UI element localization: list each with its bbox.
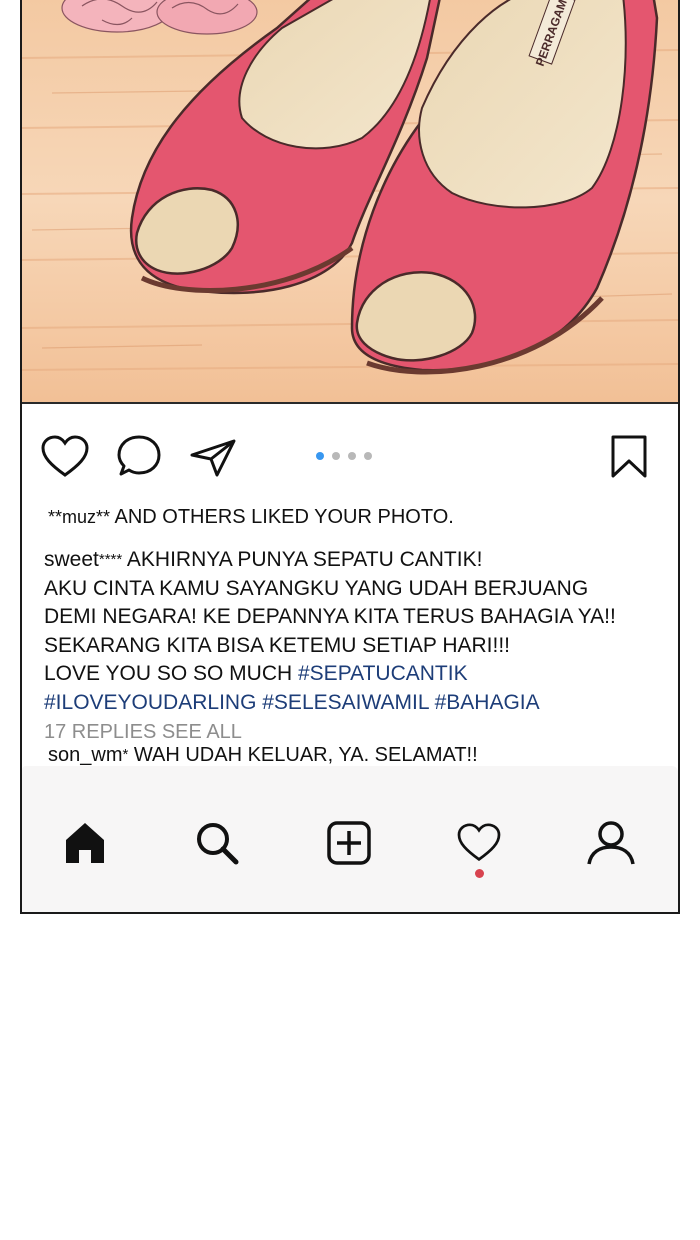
caption-username-stars: ****	[98, 551, 123, 568]
hashtag-link[interactable]: #SEPATUCANTIK	[298, 662, 468, 685]
caption-line-2: AKU CINTA KAMU SAYANGKU YANG UDAH BERJUA…	[44, 576, 589, 600]
bottom-navigation-bar	[22, 766, 678, 912]
like-button[interactable]	[38, 430, 92, 484]
caption-username-text: sweet	[44, 548, 99, 571]
caption-line-3: DEMI NEGARA! KE DEPANNYA KITA TERUS BAHA…	[44, 605, 616, 629]
likes-summary[interactable]: **muz** AND OTHERS LIKED YOUR PHOTO.	[48, 503, 668, 532]
carousel-pager	[316, 452, 372, 460]
pager-dot[interactable]	[364, 452, 372, 460]
pink-shoes-illustration: PERRAGAMO	[22, 0, 678, 402]
search-icon	[197, 823, 239, 865]
heart-outline-icon	[41, 435, 89, 477]
nav-activity[interactable]	[454, 818, 504, 868]
bookmark-icon	[611, 435, 647, 478]
hashtag-link[interactable]: #SELESAIWAMIL	[262, 691, 429, 714]
likes-username[interactable]: **muz**	[48, 507, 110, 527]
caption-line-5: LOVE YOU SO SO MUCH	[44, 662, 298, 686]
likes-text: AND OTHERS LIKED YOUR PHOTO.	[110, 506, 454, 528]
comment-text: WAH UDAH KELUAR, YA. SELAMAT!!	[128, 744, 478, 766]
caption-line-1: AKHIRNYA PUNYA SEPATU CANTIK!	[122, 548, 483, 571]
post-photo[interactable]: PERRAGAMO	[22, 0, 678, 404]
comment-username[interactable]: son_wm*	[48, 744, 128, 766]
pager-dot[interactable]	[332, 452, 340, 460]
profile-icon	[587, 821, 635, 865]
home-icon	[66, 823, 104, 863]
instagram-post-screen: PERRAGAMO **muz** AND OTHERS LIKED YOUR …	[20, 0, 680, 914]
pager-dot[interactable]	[316, 452, 324, 460]
comment-username-text: son_wm	[48, 744, 123, 766]
add-post-icon	[327, 821, 371, 865]
nav-search[interactable]	[192, 818, 242, 868]
activity-notification-dot	[475, 869, 484, 878]
post-action-bar	[22, 430, 678, 490]
hashtag-link[interactable]: #BAHAGIA	[435, 691, 540, 714]
save-button[interactable]	[602, 430, 656, 484]
caption-line-4: SEKARANG KITA BISA KETEMU SETIAP HARI!!!	[44, 633, 511, 657]
share-button[interactable]	[186, 430, 240, 484]
nav-home[interactable]	[60, 818, 110, 868]
nav-add-post[interactable]	[324, 818, 374, 868]
nav-profile[interactable]	[586, 818, 636, 868]
comment-button[interactable]	[112, 430, 166, 484]
speech-bubble-icon	[117, 435, 161, 476]
paper-plane-icon	[190, 439, 236, 477]
heart-icon	[457, 823, 501, 862]
pager-dot[interactable]	[348, 452, 356, 460]
post-caption: sweet**** AKHIRNYA PUNYA SEPATU CANTIK! …	[44, 546, 664, 746]
caption-username[interactable]: sweet****	[44, 548, 122, 571]
hashtag-link[interactable]: #ILOVEYOUDARLING	[44, 691, 256, 714]
